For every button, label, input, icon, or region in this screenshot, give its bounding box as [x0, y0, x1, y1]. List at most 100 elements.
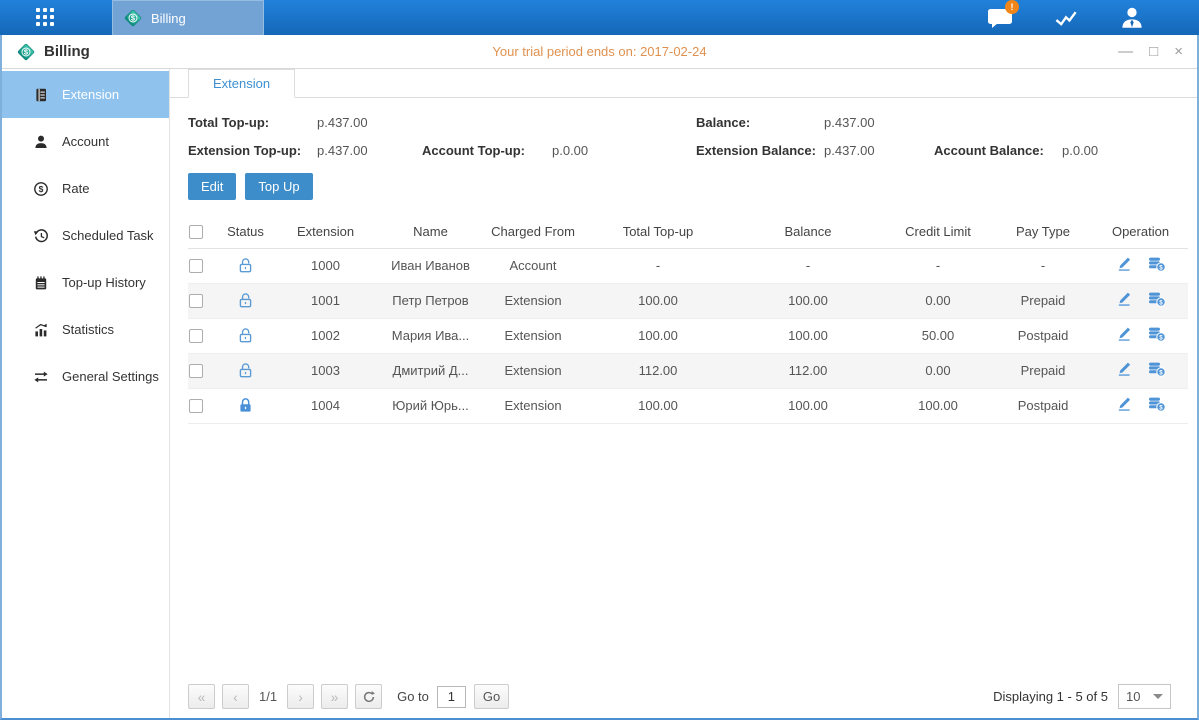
top-up-button[interactable]: Top Up [245, 173, 312, 200]
maximize-button[interactable]: □ [1149, 44, 1158, 59]
row-checkbox[interactable] [189, 364, 203, 378]
taskbar-tab-label: Billing [151, 11, 186, 26]
row-checkbox[interactable] [189, 399, 203, 413]
unlocked-icon [237, 292, 254, 309]
taskbar-tab-billing[interactable]: $ Billing [112, 0, 264, 35]
top-up-coins-icon[interactable]: $ [1148, 361, 1166, 377]
last-page-button[interactable]: » [321, 684, 348, 709]
select-all-checkbox[interactable] [189, 225, 203, 239]
screen: $ Billing ! [0, 0, 1199, 720]
edit-pencil-icon[interactable] [1116, 326, 1132, 342]
total-topup-cell: - [583, 248, 733, 283]
row-checkbox[interactable] [189, 329, 203, 343]
sidebar-item-general-settings[interactable]: General Settings [2, 353, 169, 400]
edit-pencil-icon[interactable] [1116, 291, 1132, 307]
credit-limit-cell: 100.00 [883, 388, 993, 423]
col-extension: Extension [273, 215, 378, 248]
operation-cell: $ [1093, 388, 1188, 423]
row-checkbox[interactable] [189, 294, 203, 308]
col-name: Name [378, 215, 483, 248]
extension-cell: 1004 [273, 388, 378, 423]
top-up-coins-icon[interactable]: $ [1148, 396, 1166, 412]
sidebar-item-label: General Settings [62, 369, 159, 384]
sidebar-item-account[interactable]: Account [2, 118, 169, 165]
prev-page-button[interactable]: ‹ [222, 684, 249, 709]
statistics-icon[interactable] [1051, 6, 1081, 30]
pagination-bar: « ‹ 1/1 › » Go to Go Display [188, 684, 1171, 709]
sidebar-item-label: Rate [62, 181, 89, 196]
unlocked-icon [237, 257, 254, 274]
goto-label: Go to [397, 689, 429, 704]
page-size-select[interactable]: 10 [1118, 684, 1171, 709]
col-charged-from: Charged From [483, 215, 583, 248]
balance-cell: 100.00 [733, 388, 883, 423]
displaying-text: Displaying 1 - 5 of 5 [993, 689, 1108, 704]
pay-type-cell: Prepaid [993, 283, 1093, 318]
account-topup-label: Account Top-up: [422, 143, 552, 158]
charged-from-cell: Extension [483, 318, 583, 353]
table-row: 1000 Иван Иванов Account - - - - [188, 248, 1188, 283]
top-up-coins-icon[interactable]: $ [1148, 326, 1166, 342]
credit-limit-cell: 50.00 [883, 318, 993, 353]
notification-badge: ! [1005, 0, 1019, 14]
edit-pencil-icon[interactable] [1116, 361, 1132, 377]
sidebar-item-extension[interactable]: Extension [2, 71, 169, 118]
sidebar-item-scheduled-task[interactable]: Scheduled Task [2, 212, 169, 259]
messages-icon[interactable]: ! [985, 6, 1015, 30]
table-row: 1004 Юрий Юрь... Extension 100.00 100.00… [188, 388, 1188, 423]
edit-button[interactable]: Edit [188, 173, 236, 200]
balance-value: p.437.00 [824, 115, 934, 130]
svg-text:$: $ [1159, 404, 1163, 411]
sidebar-item-topup-history[interactable]: Top-up History [2, 259, 169, 306]
account-balance-value: p.0.00 [1062, 143, 1184, 158]
close-button[interactable]: × [1174, 44, 1183, 59]
svg-text:$: $ [1159, 334, 1163, 341]
extension-cell: 1003 [273, 353, 378, 388]
minimize-button[interactable]: — [1118, 44, 1133, 59]
status-cell [218, 353, 273, 388]
col-total-topup: Total Top-up [583, 215, 733, 248]
charged-from-cell: Extension [483, 283, 583, 318]
desktop-topbar: $ Billing ! [0, 0, 1199, 35]
svg-text:$: $ [39, 184, 44, 194]
unlocked-icon [237, 327, 254, 344]
table-row: 1003 Дмитрий Д... Extension 112.00 112.0… [188, 353, 1188, 388]
edit-pencil-icon[interactable] [1116, 256, 1132, 272]
go-button[interactable]: Go [474, 684, 509, 709]
bar-chart-icon [33, 322, 49, 338]
user-icon[interactable] [1117, 6, 1147, 30]
line-chart-icon [1052, 7, 1080, 29]
sidebar-item-label: Statistics [62, 322, 114, 337]
goto-page-input[interactable] [437, 686, 466, 708]
name-cell: Иван Иванов [378, 248, 483, 283]
main-content: Extension Total Top-up: p.437.00 Balance… [170, 69, 1197, 718]
status-cell [218, 318, 273, 353]
first-page-button[interactable]: « [188, 684, 215, 709]
chevron-down-icon [1153, 694, 1163, 699]
sidebar-item-rate[interactable]: $ Rate [2, 165, 169, 212]
edit-pencil-icon[interactable] [1116, 396, 1132, 412]
col-operation: Operation [1093, 215, 1188, 248]
next-page-button[interactable]: › [287, 684, 314, 709]
top-up-coins-icon[interactable]: $ [1148, 291, 1166, 307]
total-topup-label: Total Top-up: [188, 115, 317, 130]
total-topup-cell: 100.00 [583, 318, 733, 353]
svg-text:$: $ [1159, 299, 1163, 306]
tab-bar: Extension [170, 69, 1197, 98]
extension-cell: 1000 [273, 248, 378, 283]
account-balance-label: Account Balance: [934, 143, 1062, 158]
tab-extension[interactable]: Extension [188, 69, 295, 98]
window-titlebar: $ Billing Your trial period ends on: 201… [2, 35, 1197, 69]
extension-balance-label: Extension Balance: [696, 143, 824, 158]
page-size-value: 10 [1126, 689, 1140, 704]
total-topup-cell: 100.00 [583, 283, 733, 318]
status-cell [218, 248, 273, 283]
sidebar-item-statistics[interactable]: Statistics [2, 306, 169, 353]
extension-topup-value: p.437.00 [317, 143, 422, 158]
extension-table: Status Extension Name Charged From Total… [188, 215, 1188, 424]
apps-grid-icon[interactable] [36, 8, 54, 26]
credit-limit-cell: 0.00 [883, 353, 993, 388]
top-up-coins-icon[interactable]: $ [1148, 256, 1166, 272]
refresh-button[interactable] [355, 684, 382, 709]
row-checkbox[interactable] [189, 259, 203, 273]
